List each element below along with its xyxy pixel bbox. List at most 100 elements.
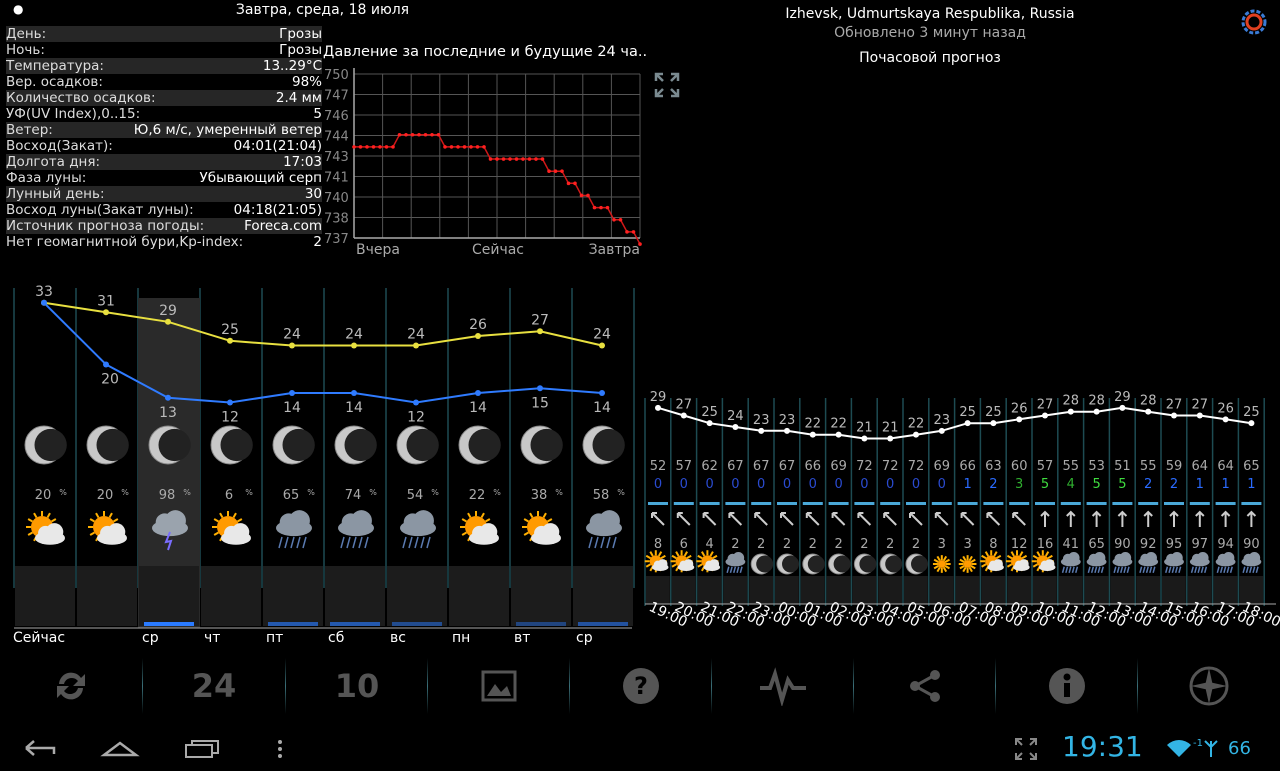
partly-sunny-icon	[26, 511, 65, 545]
moon-icon	[86, 425, 129, 465]
partly-sunny-icon	[212, 511, 251, 545]
pressure-x-label: Завтра	[589, 242, 640, 258]
pressure-point	[586, 193, 590, 198]
wind-arrow-icon	[828, 502, 849, 526]
uv-label: 1	[963, 477, 971, 492]
hour-bar-bg	[929, 576, 954, 604]
wind-arrow-icon	[880, 502, 901, 526]
hour-bar-bg	[1033, 576, 1057, 604]
hourly-precip-label: 2	[834, 537, 842, 552]
moon-icon	[750, 553, 774, 575]
info-label: Ночь:	[6, 42, 45, 58]
hourly-precip-label: 94	[1217, 537, 1234, 552]
forecast-date: Завтра, среда, 18 июля	[235, 2, 410, 18]
info-row: Лунный день: 30	[6, 186, 322, 202]
hour-bar-bg	[671, 576, 696, 604]
status-clock: 19:31	[1062, 730, 1143, 763]
high-temp-label: 33	[35, 284, 53, 300]
partly-sunny-icon	[1031, 550, 1056, 573]
wind-arrow-icon	[854, 502, 875, 526]
high-temp-label: 24	[407, 327, 425, 343]
info-label: День:	[6, 26, 47, 42]
map-button[interactable]	[428, 648, 570, 724]
humidity-label: 52	[650, 459, 667, 474]
moon-icon	[396, 425, 439, 465]
day-label: Сейчас	[13, 630, 65, 646]
high-temp-point	[351, 342, 357, 349]
rain-icon	[338, 510, 374, 549]
pressure-point	[352, 145, 356, 149]
home-icon[interactable]	[100, 737, 140, 759]
hourly-temp-point	[913, 431, 919, 438]
info-label: Фаза луны:	[6, 170, 87, 186]
recent-apps-icon[interactable]	[182, 737, 222, 759]
high-temp-label: 31	[97, 293, 115, 309]
compass-button[interactable]	[1138, 648, 1280, 724]
bottom-toolbar: 24 10 ?	[0, 648, 1280, 724]
rain-icon	[725, 551, 746, 573]
hour-bar-bg	[775, 576, 799, 604]
hourly-temp-point	[732, 424, 739, 430]
10-day-button[interactable]: 10	[286, 648, 428, 724]
high-temp-label: 24	[283, 327, 301, 343]
sunny-icon	[958, 555, 977, 573]
wind-arrow-icon	[802, 502, 823, 526]
uv-label: 5	[1041, 477, 1049, 492]
hourly-temp-point	[1196, 412, 1203, 419]
humidity-label: 66	[805, 459, 822, 474]
fullscreen-icon[interactable]	[1014, 737, 1038, 761]
info-button[interactable]	[996, 648, 1138, 724]
refresh-button[interactable]	[0, 648, 142, 724]
uv-label: 4	[1067, 477, 1075, 492]
wind-arrow-icon	[906, 502, 926, 526]
24-hour-label: 24	[191, 667, 237, 705]
hourly-temp-point	[1042, 412, 1048, 419]
percent-sign: %	[493, 488, 501, 497]
hourly-temp-point	[990, 420, 997, 427]
pressure-point	[404, 132, 408, 137]
precip-chance: 20	[97, 488, 114, 503]
hourly-forecast-chart[interactable]: 292725 24 23 23 22 22 21 21 22 2325 25 26 27 28 28 29 28…	[640, 390, 1280, 640]
hourly-temp-label: 24	[727, 409, 744, 424]
pressure-point	[579, 193, 584, 198]
info-value: Foreca.com	[244, 218, 322, 234]
help-button[interactable]: ?	[570, 648, 712, 724]
info-value: Грозы	[279, 26, 322, 42]
hour-bar-bg	[1187, 576, 1212, 604]
precip-chance: 65	[283, 488, 300, 503]
wind-arrow-icon	[725, 502, 746, 526]
wind-arrow-icon	[1164, 502, 1184, 527]
pressure-point	[540, 157, 545, 161]
uv-label: 2	[1170, 477, 1178, 492]
pressure-point	[553, 169, 558, 173]
share-button[interactable]	[854, 648, 996, 724]
pulse-button[interactable]	[712, 648, 854, 724]
wind-arrow-icon	[1009, 502, 1030, 526]
info-value: 04:18(21:05)	[233, 202, 322, 218]
moon-icon	[458, 425, 501, 465]
uv-label: 0	[912, 477, 920, 492]
expand-icon[interactable]	[654, 72, 680, 98]
settings-gear-icon[interactable]	[1238, 6, 1270, 38]
hourly-precip-label: 92	[1140, 537, 1157, 552]
moon-icon	[879, 553, 903, 575]
percent-sign: %	[183, 488, 191, 497]
high-temp-point	[103, 309, 109, 316]
daily-forecast-chart[interactable]: 33 31 29 25 24 24 24 26 27 24 20 13 12 14 14 12 14 15 14 20…	[0, 278, 640, 648]
precip-chance: 22	[469, 488, 486, 503]
24-hour-button[interactable]: 24	[143, 648, 285, 724]
percent-sign: %	[59, 488, 67, 497]
pressure-y-tick: 743	[324, 150, 349, 165]
hour-bar-bg	[1084, 576, 1109, 604]
location-name[interactable]: Izhevsk, Udmurtskaya Respublika, Russia	[650, 6, 1210, 22]
precip-chance: 98	[159, 488, 176, 503]
pressure-y-tick: 747	[324, 89, 349, 104]
back-icon[interactable]	[22, 737, 58, 759]
high-temp-point	[599, 342, 605, 349]
menu-icon[interactable]	[276, 739, 284, 759]
humidity-label: 67	[753, 459, 770, 474]
pressure-point	[521, 157, 525, 161]
hourly-precip-label: 4	[705, 537, 713, 552]
info-row: Ночь: Грозы	[6, 42, 322, 58]
hourly-temp-label: 23	[934, 413, 951, 428]
